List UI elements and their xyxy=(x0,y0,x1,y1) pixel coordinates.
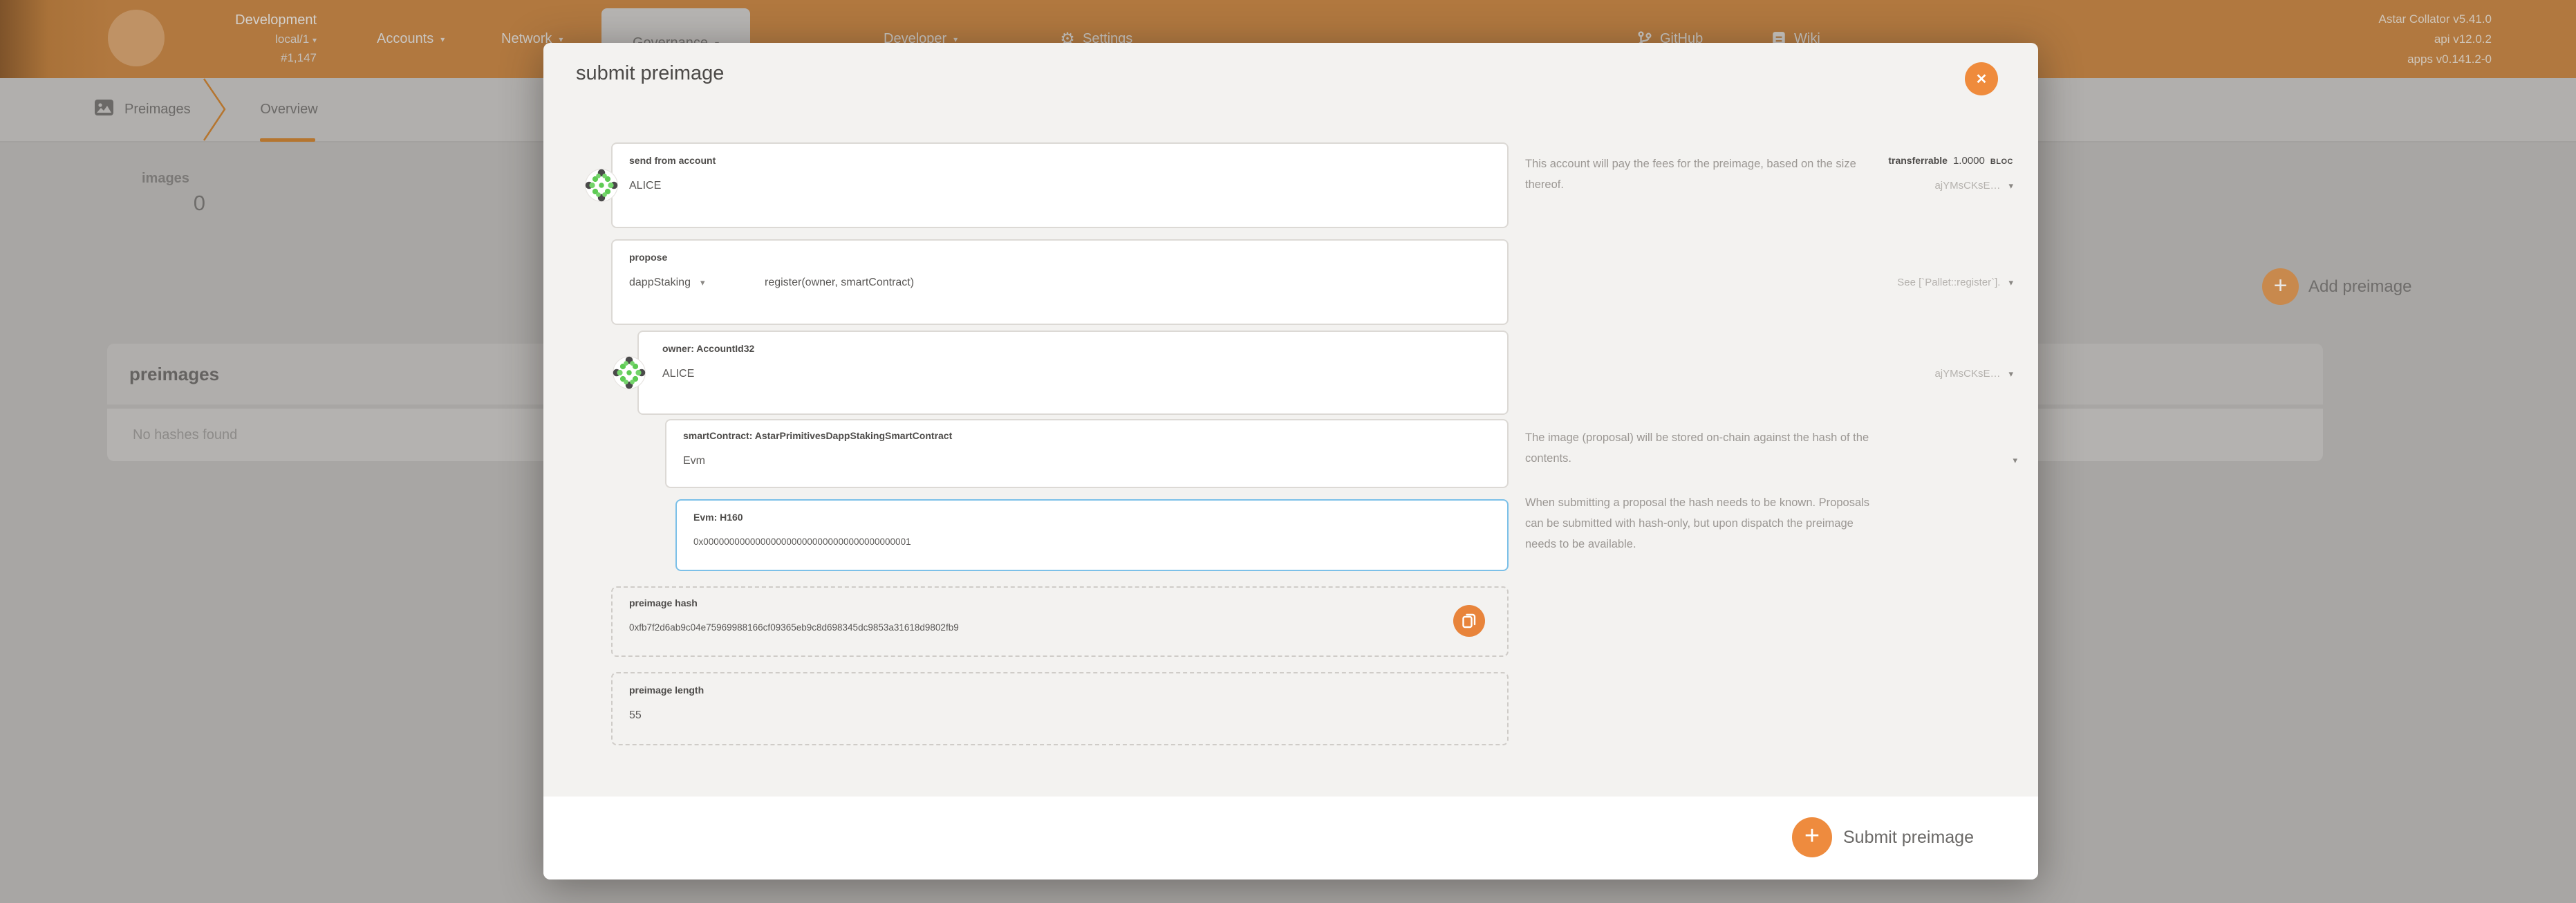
images-summary-value: 0 xyxy=(142,191,205,216)
network-endpoint[interactable]: local/1 xyxy=(159,30,317,48)
chevron-down-icon xyxy=(2008,180,2013,192)
owner-identicon xyxy=(613,356,646,389)
evm-label: Evm: H160 xyxy=(693,512,743,523)
send-from-account-label: send from account xyxy=(629,155,716,166)
chevron-down-icon xyxy=(700,277,705,288)
images-summary-card: images 0 xyxy=(142,171,205,216)
submit-preimage-modal: submit preimage send from account ALICE … xyxy=(543,43,2038,879)
help-account-fees: This account will pay the fees for the p… xyxy=(1525,153,1874,195)
evm-value[interactable]: 0x00000000000000000000000000000000000000… xyxy=(693,537,911,547)
help-hash-known: When submitting a proposal the hash need… xyxy=(1525,492,1874,555)
chevron-down-icon xyxy=(440,35,445,44)
submit-preimage-button[interactable]: Submit preimage xyxy=(1792,817,1974,857)
balance-value: 1.0000 xyxy=(1953,155,1985,167)
preimage-length-label: preimage length xyxy=(629,685,704,696)
version-info: Astar Collator v5.41.0 api v12.0.2 apps … xyxy=(2379,9,2492,69)
table-header-label: preimages xyxy=(129,364,219,385)
preimage-hash-label: preimage hash xyxy=(629,597,698,608)
evm-h160-input[interactable] xyxy=(675,499,1509,571)
account-identicon xyxy=(585,169,618,202)
copy-hash-button[interactable] xyxy=(1453,605,1485,637)
api-version: api v12.0.2 xyxy=(2379,29,2492,49)
method-select[interactable]: register(owner, smartContract) xyxy=(765,277,914,289)
chevron-down-icon xyxy=(2008,277,2013,288)
balance-unit: BLOC xyxy=(1990,158,2013,166)
preimage-hash-field xyxy=(611,586,1509,657)
node-version: Astar Collator v5.41.0 xyxy=(2379,9,2492,29)
owner-label: owner: AccountId32 xyxy=(662,343,754,354)
table-empty-label: No hashes found xyxy=(133,427,237,443)
plus-icon xyxy=(2262,268,2299,305)
images-icon xyxy=(95,100,113,120)
chevron-down-icon xyxy=(2008,369,2013,380)
plus-icon xyxy=(1792,817,1832,857)
smart-contract-label: smartContract: AstarPrimitivesDappStakin… xyxy=(683,430,952,441)
breadcrumb-separator-chevron xyxy=(202,78,227,141)
send-from-account-field[interactable] xyxy=(611,142,1509,228)
breadcrumb: Preimages xyxy=(95,78,191,141)
pallet-select[interactable]: dappStaking xyxy=(629,277,705,289)
account-balance: transferrable 1.0000 BLOC xyxy=(1888,155,2013,167)
smart-contract-caret[interactable] xyxy=(2013,455,2017,466)
network-name: Development xyxy=(159,11,317,30)
balance-label: transferrable xyxy=(1888,155,1948,166)
active-tab-underline xyxy=(260,138,315,142)
method-doc-dropdown[interactable]: See [`Pallet::register`]. xyxy=(1897,277,2013,288)
close-icon xyxy=(1976,71,1988,88)
propose-label: propose xyxy=(629,252,667,263)
smart-contract-select[interactable]: Evm xyxy=(683,455,705,467)
add-preimage-button[interactable]: Add preimage xyxy=(2262,268,2411,305)
propose-field xyxy=(611,239,1509,325)
smart-contract-field[interactable] xyxy=(665,419,1509,488)
copy-icon xyxy=(1462,613,1476,629)
chevron-down-icon xyxy=(953,35,958,44)
preimage-length-field xyxy=(611,672,1509,745)
owner-address-dropdown[interactable]: ajYMsCKsE… xyxy=(1934,368,2013,380)
chevron-down-icon xyxy=(2013,455,2017,466)
tab-overview[interactable]: Overview xyxy=(257,78,321,141)
apps-version: apps v0.141.2-0 xyxy=(2379,49,2492,69)
modal-title: submit preimage xyxy=(576,62,724,85)
owner-value: ALICE xyxy=(662,368,694,380)
modal-close-button[interactable] xyxy=(1965,62,1998,95)
chain-logo[interactable] xyxy=(108,10,165,66)
images-summary-label: images xyxy=(142,171,205,187)
network-info[interactable]: Development local/1 #1,147 xyxy=(159,11,317,67)
best-block-number: #1,147 xyxy=(159,48,317,67)
preimage-length-value: 55 xyxy=(629,709,642,722)
preimage-hash-value: 0xfb7f2d6ab9c04e75969988166cf09365eb9c8d… xyxy=(629,622,959,633)
send-from-account-value: ALICE xyxy=(629,180,661,192)
help-image-stored: The image (proposal) will be stored on-c… xyxy=(1525,427,1874,469)
breadcrumb-section-label: Preimages xyxy=(124,102,191,118)
chevron-down-icon xyxy=(559,35,563,44)
nav-accounts[interactable]: Accounts xyxy=(377,0,445,78)
modal-footer: Submit preimage xyxy=(543,797,2038,879)
chevron-down-icon xyxy=(312,35,317,45)
account-address-dropdown[interactable]: ajYMsCKsE… xyxy=(1934,180,2013,192)
owner-account-field[interactable] xyxy=(637,331,1509,415)
